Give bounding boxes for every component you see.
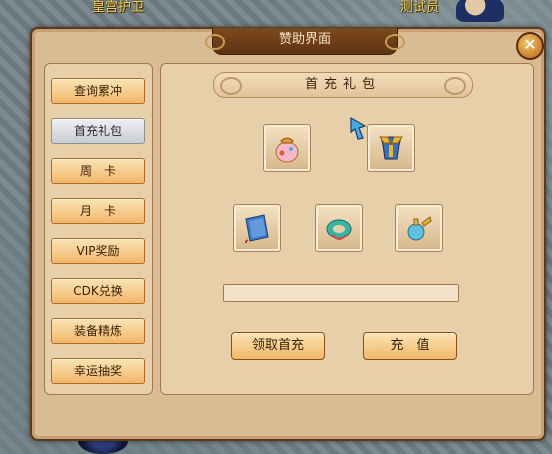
sidebar-item-weekly-card[interactable]: 周 卡	[51, 158, 145, 184]
content-panel: 首充礼包 领取首充 充 值	[160, 63, 534, 395]
book-icon	[244, 214, 269, 243]
section-banner: 首充礼包	[213, 72, 473, 98]
sidebar-item-first-recharge[interactable]: 首充礼包	[51, 118, 145, 144]
reward-slot-jade-ring[interactable]	[315, 204, 363, 252]
reward-slot-book[interactable]	[233, 204, 281, 252]
jade-ring-icon	[326, 219, 352, 240]
sidebar-item-monthly-card[interactable]: 月 卡	[51, 198, 145, 224]
left-player-name: 皇宫护卫	[92, 0, 145, 15]
top-status-bar: 皇宫护卫 测试员	[0, 0, 552, 22]
sidebar-item-cdk-exchange[interactable]: CDK兑换	[51, 278, 145, 304]
sidebar: 查询累冲 首充礼包 周 卡 月 卡 VIP奖励 CDK兑换 装备精炼 幸运抽奖	[44, 63, 153, 395]
sidebar-item-recharge-query[interactable]: 查询累冲	[51, 78, 145, 104]
recharge-button[interactable]: 充 值	[363, 332, 457, 360]
reward-slot-gift-bag[interactable]	[263, 124, 311, 172]
close-button[interactable]: ✕	[516, 32, 544, 60]
gift-bag-icon	[275, 137, 299, 163]
sidebar-item-equipment-refine[interactable]: 装备精炼	[51, 318, 145, 344]
sidebar-item-vip-reward[interactable]: VIP奖励	[51, 238, 145, 264]
sponsor-window: 赞助界面 ✕ 查询累冲 首充礼包 周 卡 月 卡 VIP奖励 CDK兑换 装备精…	[30, 27, 546, 441]
character-avatar-icon	[456, 0, 504, 22]
right-player-name: 测试员	[400, 0, 440, 15]
window-title: 赞助界面	[205, 28, 405, 55]
potion-icon	[407, 216, 432, 241]
sidebar-item-lucky-draw[interactable]: 幸运抽奖	[51, 358, 145, 384]
mouse-cursor-icon	[350, 116, 367, 140]
reward-slot-armor[interactable]	[367, 124, 415, 172]
reward-slot-potion[interactable]	[395, 204, 443, 252]
cdk-input[interactable]	[223, 284, 459, 302]
armor-icon	[379, 136, 403, 160]
claim-first-recharge-button[interactable]: 领取首充	[231, 332, 325, 360]
